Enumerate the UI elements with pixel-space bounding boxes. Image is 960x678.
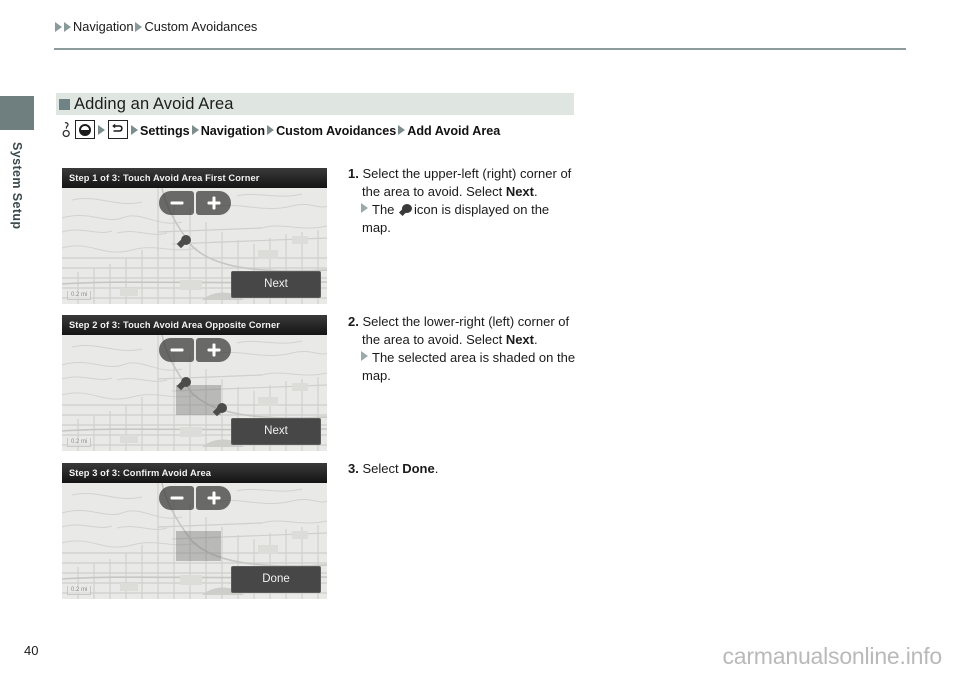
triangle-marker-icon [267,125,275,135]
map-pin-icon [212,403,227,417]
sidebar-color-block [0,96,34,130]
back-button-icon[interactable] [108,120,128,139]
step-note-text: The [372,202,399,217]
map-view[interactable]: 0.2 mi Done [62,483,327,599]
zoom-controls[interactable] [159,191,231,215]
zoom-out-button[interactable] [159,338,194,362]
step-bold-term: Next [505,183,534,199]
map-view[interactable]: 0.2 mi Next [62,335,327,451]
page-number: 40 [24,643,39,658]
breadcrumb-item-navigation[interactable]: Navigation [73,19,133,34]
done-button[interactable]: Done [231,566,321,593]
home-button-icon[interactable] [75,120,95,139]
triangle-marker-icon [131,125,138,135]
zoom-controls[interactable] [159,338,231,362]
step-text-end: . [534,183,538,199]
breadcrumb: Navigation Custom Avoidances [54,19,258,34]
zoom-in-button[interactable] [196,486,231,510]
instruction-step-1: 1. Select the upper-left (right) corner … [348,165,576,236]
triangle-marker-icon [64,21,71,32]
step-text: Select the lower-right (left) corner of … [362,314,570,347]
sidebar-section-label: System Setup [10,142,24,230]
zoom-out-button[interactable] [159,486,194,510]
instruction-step-3: 3. Select Done. [348,460,576,478]
menu-path: Settings Navigation Custom Avoidances Add A… [62,120,572,142]
step-note: The icon is displayed on the map. [348,201,576,236]
zoom-in-button[interactable] [196,338,231,362]
next-button[interactable]: Next [231,271,321,298]
page-title: Adding an Avoid Area [74,94,234,113]
panel-title: Step 3 of 3: Confirm Avoid Area [62,463,327,483]
panel-title: Step 2 of 3: Touch Avoid Area Opposite C… [62,315,327,335]
triangle-marker-icon [55,21,62,32]
zoom-out-button[interactable] [159,191,194,215]
avoid-area-shading [176,531,221,561]
step-bold-term: Next [505,331,534,347]
menu-path-settings[interactable]: Settings [140,124,190,138]
step-number: 1. [348,166,359,181]
next-button[interactable]: Next [231,418,321,445]
screenshot-panel-step2: Step 2 of 3: Touch Avoid Area Opposite C… [62,315,327,451]
zoom-in-button[interactable] [196,191,231,215]
map-pin-icon [176,377,191,391]
section-heading-bar: Adding an Avoid Area [56,93,574,115]
map-scale-indicator: 0.2 mi [67,586,92,595]
map-scale-indicator: 0.2 mi [67,438,92,447]
map-pin-icon [398,204,413,217]
menu-path-custom-avoidances[interactable]: Custom Avoidances [276,124,396,138]
triangle-marker-icon [135,21,143,32]
menu-path-add-avoid-area[interactable]: Add Avoid Area [407,124,500,138]
menu-path-navigation[interactable]: Navigation [201,124,265,138]
triangle-marker-icon [398,125,406,135]
panel-title: Step 1 of 3: Touch Avoid Area First Corn… [62,168,327,188]
triangle-marker-icon [98,125,105,135]
step-text: Select [362,461,403,476]
section-bullet-icon [59,98,70,110]
hand-icon [62,122,71,138]
map-pin-icon [176,235,191,249]
step-number: 3. [348,461,359,476]
triangle-marker-icon [361,351,368,361]
screenshot-panel-step3: Step 3 of 3: Confirm Avoid Area 0.2 mi D… [62,463,327,599]
step-number: 2. [348,314,359,329]
breadcrumb-item-custom-avoidances[interactable]: Custom Avoidances [144,19,257,34]
triangle-marker-icon [361,203,368,213]
triangle-marker-icon [191,125,199,135]
step-note: The selected area is shaded on the map. [348,349,576,384]
map-view[interactable]: 0.2 mi Next [62,188,327,304]
step-text-end: . [534,331,538,347]
map-scale-indicator: 0.2 mi [67,291,92,300]
watermark: carmanualsonline.info [722,643,942,669]
step-note-text: The selected area is shaded on the map. [362,350,576,383]
header-divider [54,48,906,50]
step-text-end: . [434,461,439,476]
step-text: Select the upper-left (right) corner of … [362,166,572,199]
screenshot-panel-step1: Step 1 of 3: Touch Avoid Area First Corn… [62,168,327,304]
step-bold-term: Done [402,461,435,476]
zoom-controls[interactable] [159,486,231,510]
instruction-step-2: 2. Select the lower-right (left) corner … [348,313,576,384]
sidebar-section-tab: System Setup [0,96,34,229]
